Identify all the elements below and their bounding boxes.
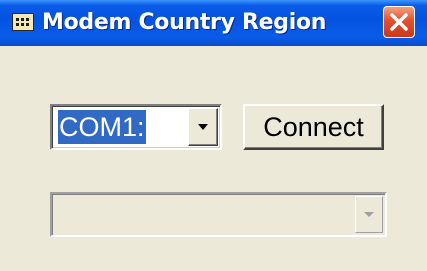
close-icon [390,13,408,31]
chevron-down-icon [198,124,208,130]
country-region-dropdown-button[interactable] [355,196,383,233]
connect-button[interactable]: Connect [243,104,384,150]
chevron-down-icon [364,212,374,217]
com-port-dropdown-button[interactable] [188,108,218,146]
app-icon [12,13,34,31]
com-port-value: COM1: [58,110,146,144]
window-title: Modem Country Region [42,10,327,35]
country-region-select[interactable] [50,192,387,237]
title-bar[interactable]: Modem Country Region [0,0,427,46]
close-button[interactable] [383,6,415,38]
com-port-select[interactable]: COM1: [50,104,222,150]
modem-country-region-window: Modem Country Region COM1: Connect [0,0,427,271]
